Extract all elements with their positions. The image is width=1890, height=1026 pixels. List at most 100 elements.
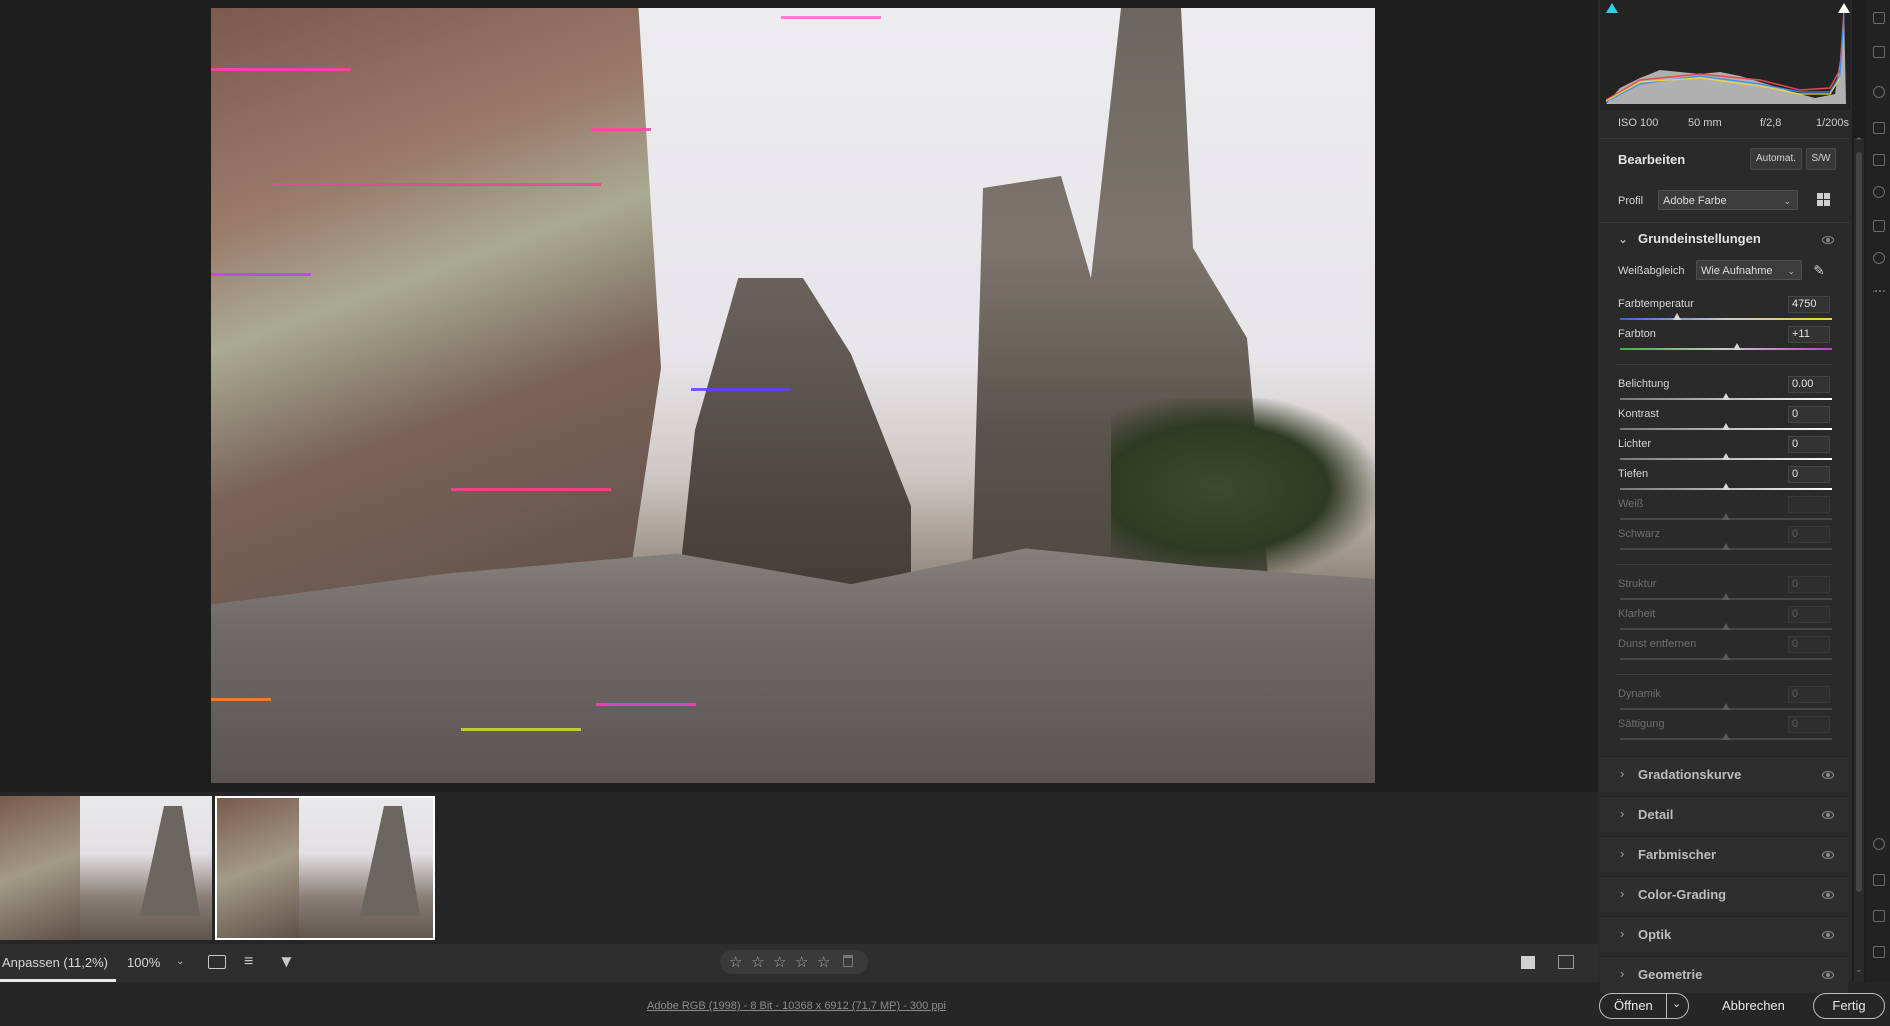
- filmstrip-options-icon[interactable]: [208, 955, 226, 969]
- grid-tool-icon[interactable]: [1873, 946, 1885, 958]
- eyedropper-icon[interactable]: ✏: [1809, 260, 1829, 280]
- slider-handle[interactable]: [1722, 453, 1730, 460]
- slider-handle[interactable]: [1722, 703, 1730, 710]
- slider-track[interactable]: [1620, 318, 1832, 320]
- slider-handle[interactable]: [1722, 593, 1730, 600]
- open-button[interactable]: Öffnen ⌄: [1599, 993, 1689, 1019]
- glitch-line: [591, 128, 651, 131]
- scroll-up-icon[interactable]: ⌃: [1855, 136, 1863, 147]
- profile-select[interactable]: Adobe Farbe ⌄: [1658, 190, 1798, 210]
- slider-value-field[interactable]: 0.00: [1788, 376, 1830, 393]
- slider-value-field[interactable]: 0: [1788, 406, 1830, 423]
- section-farbmischer[interactable]: › Farbmischer: [1600, 836, 1848, 873]
- section-detail[interactable]: › Detail: [1600, 796, 1848, 833]
- section-title: Gradationskurve: [1638, 767, 1742, 782]
- slider-handle[interactable]: [1722, 513, 1730, 520]
- star-rating-3[interactable]: ☆: [773, 953, 786, 971]
- zoom-tool-icon[interactable]: [1873, 838, 1885, 850]
- filmstrip-thumbnail[interactable]: [0, 796, 212, 940]
- scroll-down-icon[interactable]: ⌄: [1855, 964, 1863, 975]
- slider-value-field[interactable]: [1788, 496, 1830, 513]
- section-optik[interactable]: › Optik: [1600, 916, 1848, 953]
- visibility-eye-icon[interactable]: [1822, 236, 1834, 244]
- star-rating-2[interactable]: ☆: [751, 953, 764, 971]
- filter-icon[interactable]: ▼: [278, 952, 295, 972]
- slider-value-field[interactable]: +11: [1788, 326, 1830, 343]
- slider-value-field[interactable]: 0: [1788, 576, 1830, 593]
- sort-icon[interactable]: ≡: [244, 953, 253, 971]
- slider-label: Schwarz: [1618, 528, 1661, 540]
- highlight-clipping-icon[interactable]: [1838, 3, 1850, 13]
- bw-button[interactable]: S/W: [1806, 148, 1836, 170]
- slider-value-field[interactable]: 0: [1788, 526, 1830, 543]
- slider-value-field[interactable]: 0: [1788, 716, 1830, 733]
- slider-handle[interactable]: [1722, 733, 1730, 740]
- divider: [1600, 222, 1850, 223]
- more-options-icon[interactable]: [1873, 290, 1885, 302]
- chevron-down-icon[interactable]: ⌄: [1672, 997, 1681, 1010]
- healing-tool-icon[interactable]: [1873, 86, 1885, 98]
- red-eye-tool-icon[interactable]: [1873, 154, 1885, 166]
- visibility-eye-icon[interactable]: [1822, 771, 1834, 779]
- slider-handle[interactable]: [1722, 393, 1730, 400]
- cancel-button[interactable]: Abbrechen: [1722, 998, 1785, 1013]
- hand-tool-icon[interactable]: [1873, 874, 1885, 886]
- white-balance-select[interactable]: Wie Aufnahme ⌄: [1696, 260, 1802, 280]
- star-rating-1[interactable]: ☆: [729, 953, 742, 971]
- slider-value-field[interactable]: 0: [1788, 466, 1830, 483]
- sampler-tool-icon[interactable]: [1873, 910, 1885, 922]
- slider-handle[interactable]: [1722, 423, 1730, 430]
- filmstrip: [0, 792, 1598, 944]
- scrollbar-thumb[interactable]: [1856, 152, 1862, 892]
- photo-preview[interactable]: [211, 8, 1375, 783]
- slider-value-field[interactable]: 4750: [1788, 296, 1830, 313]
- star-rating-5[interactable]: ☆: [817, 953, 830, 971]
- slider-handle[interactable]: [1722, 653, 1730, 660]
- snapshot-tool-icon[interactable]: [1873, 186, 1885, 198]
- single-view-icon[interactable]: [1521, 956, 1535, 969]
- visibility-eye-icon[interactable]: [1822, 931, 1834, 939]
- presets-tool-icon[interactable]: [1873, 220, 1885, 232]
- chevron-down-icon[interactable]: ⌄: [1618, 232, 1628, 246]
- glitch-line: [211, 273, 311, 276]
- visibility-eye-icon[interactable]: [1822, 971, 1834, 979]
- bottom-toolbar: Anpassen (11,2%) 100% ⌄ ≡ ▼ ☆ ☆ ☆ ☆ ☆: [0, 944, 1598, 982]
- slider-handle[interactable]: [1732, 343, 1741, 350]
- slider-value-field[interactable]: 0: [1788, 436, 1830, 453]
- slider-value-field[interactable]: 0: [1788, 686, 1830, 703]
- profile-browser-icon[interactable]: [1817, 193, 1830, 206]
- slider-handle[interactable]: [1722, 623, 1730, 630]
- panel-scrollbar[interactable]: ⌃ ⌄: [1854, 136, 1864, 982]
- slider-value-field[interactable]: 0: [1788, 636, 1830, 653]
- slider-handle[interactable]: [1722, 543, 1730, 550]
- basic-section-title[interactable]: Grundeinstellungen: [1638, 231, 1761, 246]
- undo-history-icon[interactable]: [1873, 252, 1885, 264]
- zoom-level-select[interactable]: 100%: [127, 955, 160, 970]
- shadow-clipping-icon[interactable]: [1606, 3, 1618, 13]
- auto-button[interactable]: Automat.: [1750, 148, 1802, 170]
- star-rating-4[interactable]: ☆: [795, 953, 808, 971]
- chevron-down-icon[interactable]: ⌄: [176, 956, 184, 967]
- visibility-eye-icon[interactable]: [1822, 811, 1834, 819]
- filmstrip-thumbnail-selected[interactable]: [215, 796, 435, 940]
- trash-icon[interactable]: [843, 955, 853, 967]
- done-button[interactable]: Fertig: [1813, 993, 1885, 1019]
- slider-value-field[interactable]: 0: [1788, 606, 1830, 623]
- before-after-icon[interactable]: [1558, 955, 1574, 969]
- crop-tool-icon[interactable]: [1873, 46, 1885, 58]
- workflow-options-link[interactable]: Adobe RGB (1998) - 8 Bit - 10368 x 6912 …: [647, 1000, 946, 1012]
- mask-tool-icon[interactable]: [1873, 122, 1885, 134]
- slider-track[interactable]: [1620, 348, 1832, 350]
- slider-handle[interactable]: [1722, 483, 1730, 490]
- visibility-eye-icon[interactable]: [1822, 891, 1834, 899]
- edit-tool-icon[interactable]: [1873, 12, 1885, 24]
- section-gradationskurve[interactable]: › Gradationskurve: [1600, 756, 1848, 793]
- histogram-graph: [1605, 8, 1846, 104]
- slider-handle[interactable]: [1673, 313, 1682, 320]
- glitch-line: [596, 703, 696, 706]
- section-color-grading[interactable]: › Color-Grading: [1600, 876, 1848, 913]
- fit-zoom-button[interactable]: Anpassen (11,2%): [2, 955, 108, 970]
- visibility-eye-icon[interactable]: [1822, 851, 1834, 859]
- section-geometrie[interactable]: › Geometrie: [1600, 956, 1848, 993]
- open-button-divider: [1666, 994, 1667, 1018]
